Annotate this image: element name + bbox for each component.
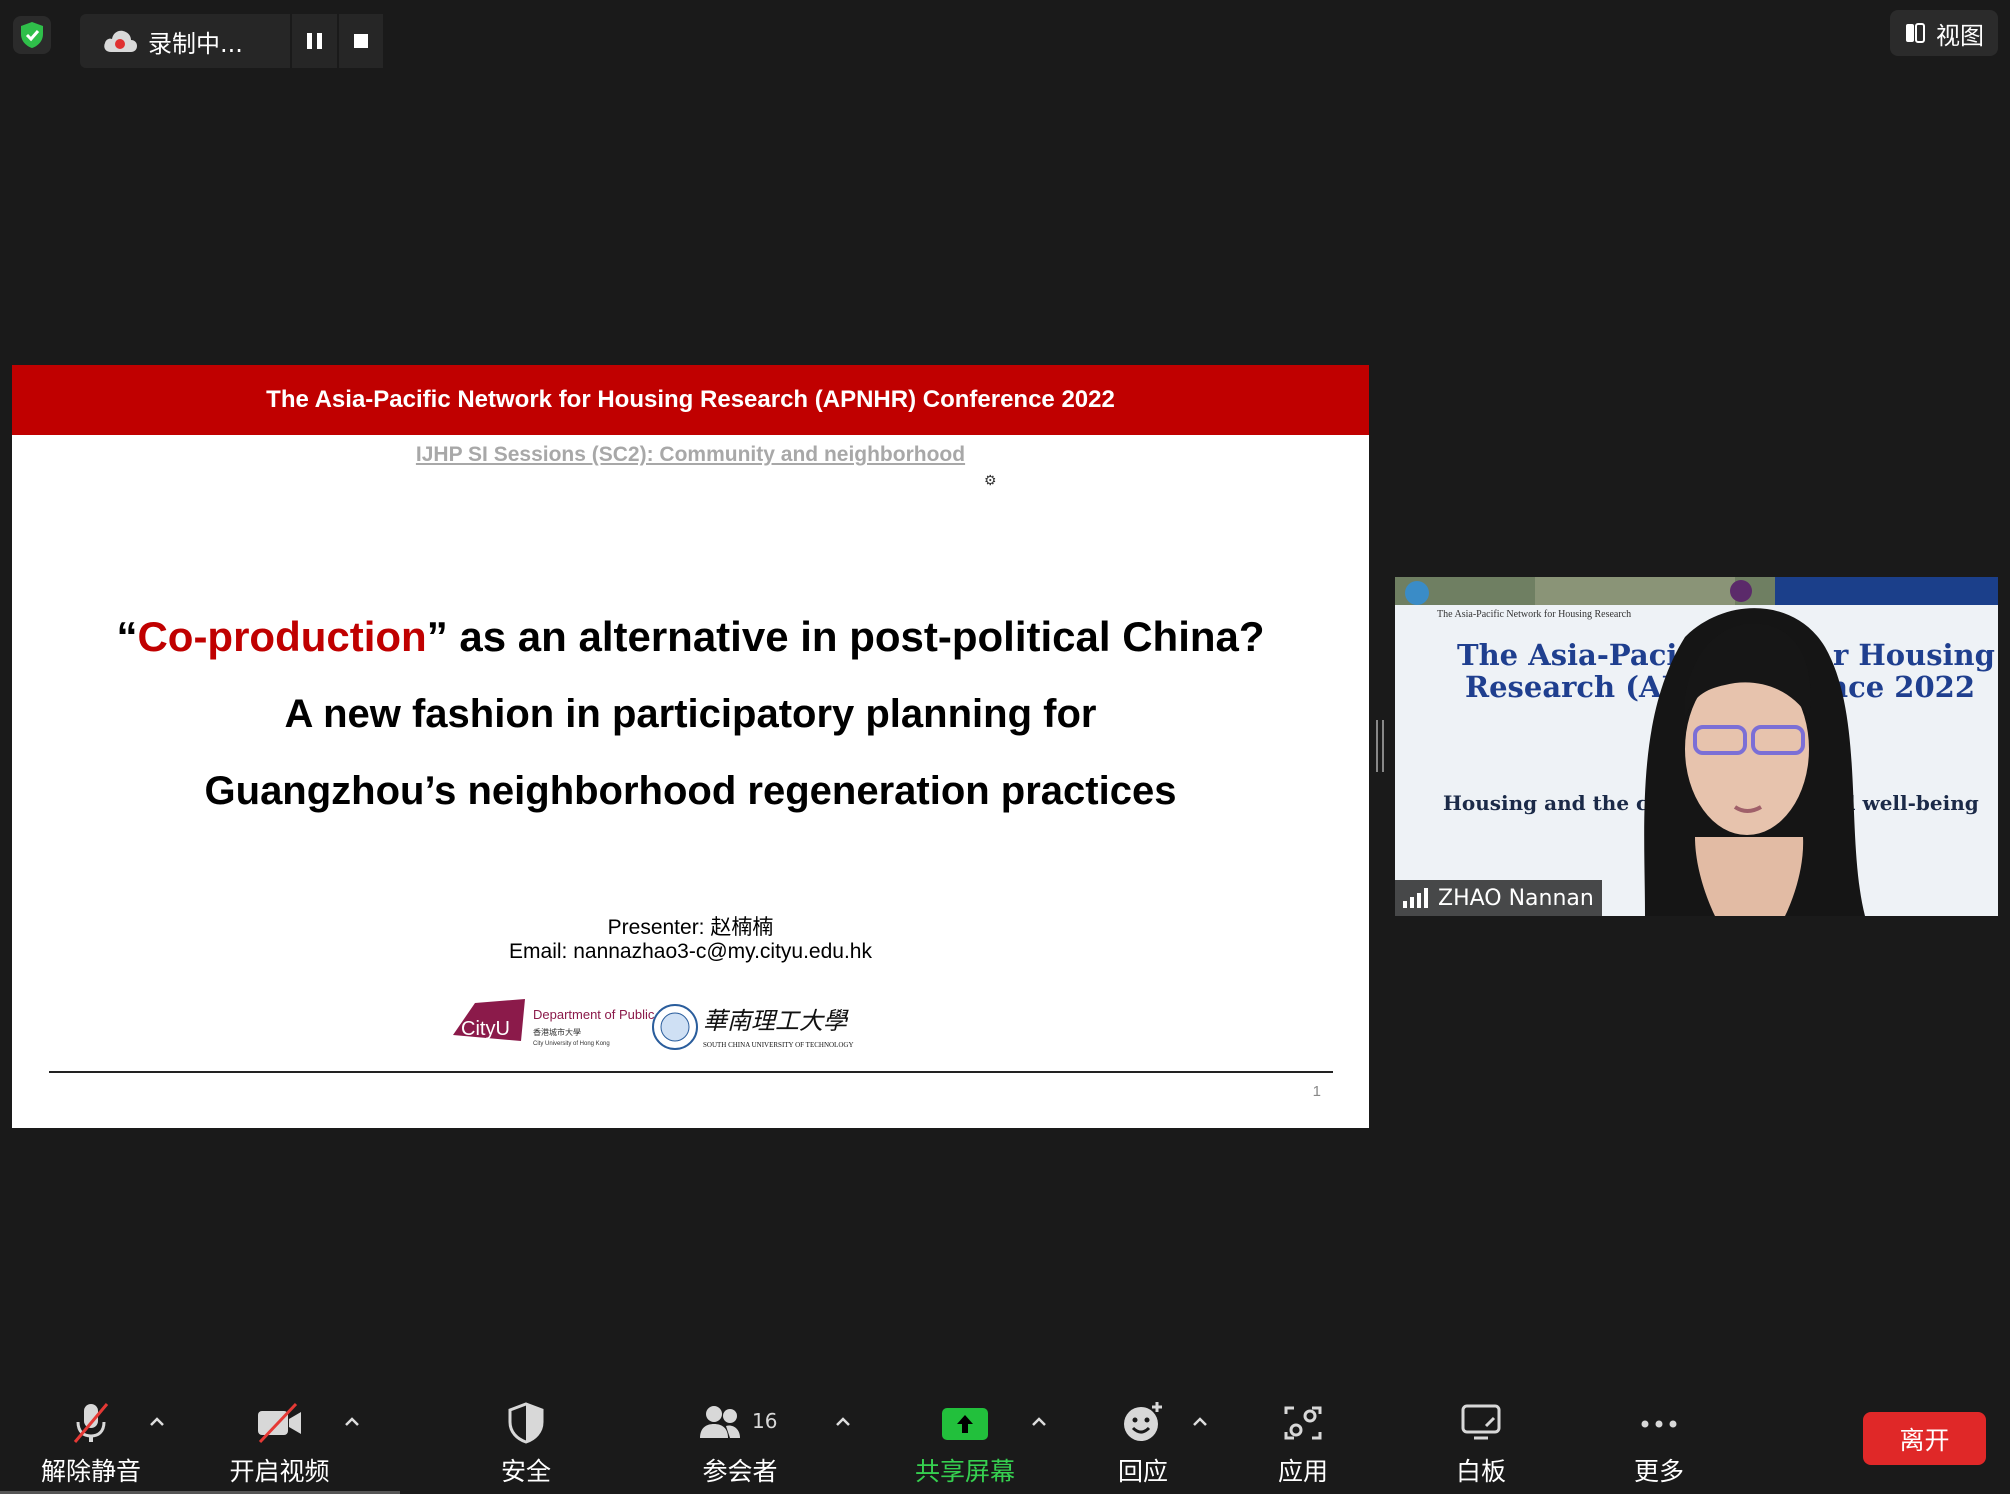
view-button[interactable]: 视图 [1890, 10, 1998, 56]
start-video-button[interactable]: 开启视频 [222, 1400, 337, 1488]
cityu-brand: CityU [461, 1018, 510, 1040]
reactions-button[interactable]: 回应 [1110, 1400, 1176, 1488]
leave-meeting-button[interactable]: 离开 [1863, 1412, 1986, 1465]
unmute-label: 解除静音 [40, 1457, 141, 1486]
university-logos: CityU Department of Public Policy 香港城市大學… [453, 999, 854, 1050]
view-label: 视图 [1936, 21, 1984, 50]
slide-divider [49, 1071, 1333, 1073]
title-open-quote: “ [116, 613, 138, 660]
slide-header: The Asia-Pacific Network for Housing Res… [12, 365, 1369, 435]
scut-english-name: SOUTH CHINA UNIVERSITY OF TECHNOLOGY [703, 1041, 854, 1049]
meeting-toolbar: 解除静音 开启视频 安全 16 参会者 共享屏幕 回应 应用 白板 更多 离开 [0, 1378, 2010, 1494]
participants-count: 16 [752, 1409, 777, 1433]
panel-resize-handle[interactable] [1376, 720, 1384, 772]
audio-options-caret-icon[interactable] [147, 1412, 167, 1432]
security-status-button[interactable] [13, 16, 51, 54]
share-screen-icon [942, 1408, 988, 1440]
participant-video-tile[interactable]: The Asia-Pacific Network for Housing Res… [1395, 577, 1998, 916]
security-shield-icon [508, 1402, 544, 1444]
background-title-left-2: Research (AP [1465, 670, 1683, 704]
background-title-left-1: The Asia-Pacifi [1457, 638, 1698, 672]
participant-name-tag: ZHAO Nannan [1395, 880, 1602, 916]
slide-title-line1: “Co-production” as an alternative in pos… [12, 613, 1369, 661]
whiteboard-icon [1461, 1404, 1501, 1440]
scut-chinese-name: 華南理工大學 [703, 1007, 849, 1035]
share-screen-label: 共享屏幕 [914, 1457, 1015, 1486]
microphone-muted-icon [73, 1403, 109, 1443]
security-label: 安全 [500, 1457, 551, 1486]
more-label: 更多 [1633, 1457, 1684, 1486]
participants-icon: 16 [700, 1406, 777, 1438]
recording-indicator: 录制中... [80, 14, 383, 68]
share-options-caret-icon[interactable] [1029, 1412, 1049, 1432]
apps-icon [1284, 1406, 1322, 1440]
security-button[interactable]: 安全 [480, 1400, 572, 1488]
leave-label: 离开 [1899, 1425, 1950, 1455]
cityu-logo: CityU [453, 999, 525, 1041]
signal-strength-icon [1403, 888, 1428, 908]
participants-label: 参会者 [702, 1457, 778, 1486]
presenter-line: Presenter: 赵楠楠 [607, 916, 774, 939]
participants-options-caret-icon[interactable] [833, 1412, 853, 1432]
camera-off-icon [257, 1402, 301, 1444]
pause-recording-button[interactable] [290, 14, 337, 68]
stop-icon [353, 34, 368, 48]
recording-label: 录制中... [148, 29, 243, 58]
view-layout-icon [1906, 23, 1925, 43]
more-dots-icon [1641, 1420, 1677, 1428]
unmute-button[interactable]: 解除静音 [36, 1400, 146, 1488]
video-options-caret-icon[interactable] [342, 1412, 362, 1432]
background-title-right-1: r Housing [1833, 638, 1995, 672]
slide-title-line3: Guangzhou’s neighborhood regeneration pr… [204, 769, 1177, 813]
virtual-background: The Asia-Pacific Network for Housing Res… [1395, 577, 1998, 916]
stop-recording-button[interactable] [336, 14, 383, 68]
slide-title-line2: A new fashion in participatory planning … [284, 692, 1097, 736]
cityu-english-name: City University of Hong Kong [533, 1041, 610, 1047]
reaction-smiley-icon [1124, 1402, 1162, 1441]
cursor-icon: ⚙ [984, 472, 997, 488]
apps-label: 应用 [1277, 1457, 1328, 1486]
reactions-options-caret-icon[interactable] [1190, 1412, 1210, 1432]
more-button[interactable]: 更多 [1626, 1400, 1692, 1488]
share-screen-button[interactable]: 共享屏幕 [912, 1400, 1018, 1488]
scut-emblem [652, 1004, 698, 1050]
whiteboard-label: 白板 [1455, 1457, 1506, 1486]
background-title-right-2: nce 2022 [1827, 670, 1975, 704]
background-theme-left: Housing and the city [1443, 791, 1678, 815]
title-rest: ” as an alternative in post-political Ch… [426, 613, 1265, 660]
participant-name: ZHAO Nannan [1438, 885, 1594, 911]
start-video-label: 开启视频 [229, 1457, 330, 1486]
pause-icon [306, 33, 322, 49]
shared-screen-slide: The Asia-Pacific Network for Housing Res… [12, 365, 1369, 1128]
apps-button[interactable]: 应用 [1270, 1400, 1336, 1488]
participants-button[interactable]: 16 参会者 [690, 1400, 790, 1488]
slide-page-number: 1 [1312, 1083, 1321, 1100]
whiteboard-button[interactable]: 白板 [1448, 1400, 1514, 1488]
cityu-chinese-name: 香港城市大學 [533, 1027, 581, 1037]
title-highlight: Co-production [137, 613, 427, 660]
slide-subtitle: IJHP SI Sessions (SC2): Community and ne… [415, 443, 966, 466]
shield-check-icon [21, 22, 43, 48]
background-caption: The Asia-Pacific Network for Housing Res… [1437, 609, 1631, 620]
cloud-recording-icon [102, 28, 138, 54]
email-line: Email: nannazhao3-c@my.cityu.edu.hk [509, 940, 872, 963]
reactions-label: 回应 [1117, 1457, 1168, 1486]
